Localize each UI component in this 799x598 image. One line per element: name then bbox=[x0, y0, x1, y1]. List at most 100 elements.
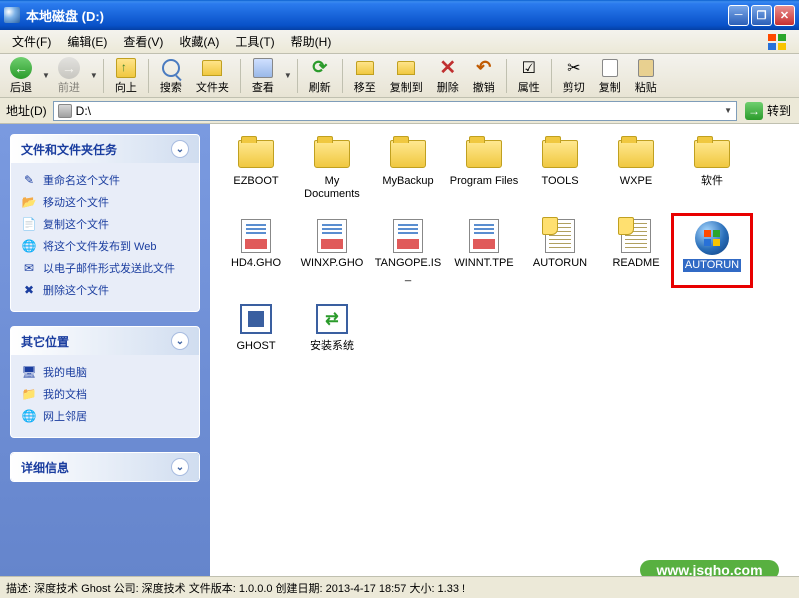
tasks-panel: 文件和文件夹任务 ⌄ ✎重命名这个文件 📂 移动这个文件 📄复制这个文件 🌐 将这个文件发… bbox=[10, 134, 200, 312]
back-button[interactable]: ←后退 bbox=[4, 55, 38, 97]
close-button[interactable]: ✕ bbox=[774, 5, 795, 26]
menu-file[interactable]: 文件(F) bbox=[4, 31, 59, 52]
file-item[interactable]: WXPE bbox=[600, 136, 672, 200]
places-header[interactable]: 其它位置 ⌄ bbox=[11, 327, 199, 355]
app-icon bbox=[240, 304, 272, 334]
moveto-button[interactable]: 移至 bbox=[348, 55, 382, 97]
views-button[interactable]: 查看 bbox=[246, 55, 280, 97]
file-icon bbox=[241, 219, 271, 253]
file-name: EZBOOT bbox=[233, 175, 278, 188]
file-name: WINXP.GHO bbox=[301, 257, 364, 270]
go-button[interactable]: → 转到 bbox=[741, 102, 795, 120]
task-move[interactable]: 📂 移动这个文件 bbox=[21, 191, 189, 213]
up-button[interactable]: 向上 bbox=[109, 55, 143, 97]
back-dropdown-icon[interactable]: ▼ bbox=[42, 71, 50, 80]
menu-view[interactable]: 查看(V) bbox=[115, 31, 171, 52]
text-file-icon bbox=[545, 219, 575, 253]
file-item[interactable]: AUTORUN bbox=[676, 218, 748, 282]
network-icon: 🌐 bbox=[21, 408, 37, 424]
file-item[interactable]: My Documents bbox=[296, 136, 368, 200]
places-panel: 其它位置 ⌄ 🖥我的电脑📁我的文档🌐网上邻居 bbox=[10, 326, 200, 438]
move-icon: 📂 bbox=[21, 194, 37, 210]
file-name: 安装系统 bbox=[310, 340, 354, 353]
file-item[interactable]: WINXP.GHO bbox=[296, 218, 368, 282]
file-icon bbox=[469, 219, 499, 253]
place-label: 我的文档 bbox=[43, 386, 87, 402]
file-pane[interactable]: EZBOOT My DocumentsMyBackupProgram FilesT… bbox=[210, 124, 799, 576]
collapse-icon[interactable]: ⌄ bbox=[171, 332, 189, 350]
folder-icon bbox=[542, 140, 578, 168]
details-header[interactable]: 详细信息 ⌄ bbox=[11, 453, 199, 481]
publish-icon: 🌐 bbox=[21, 238, 37, 254]
file-name: WXPE bbox=[620, 175, 652, 188]
tasks-header[interactable]: 文件和文件夹任务 ⌄ bbox=[11, 135, 199, 163]
text-file-icon bbox=[621, 219, 651, 253]
file-item[interactable]: AUTORUN bbox=[524, 218, 596, 282]
toolbar: ←后退 ▼ →前进 ▼ 向上 搜索 文件夹 查看 ▼ ⟳刷新 移至 复制到 ✕删… bbox=[0, 54, 799, 98]
task-label: 重命名这个文件 bbox=[43, 172, 120, 188]
minimize-button[interactable]: ─ bbox=[728, 5, 749, 26]
delete-button[interactable]: ✕删除 bbox=[431, 55, 465, 97]
file-item[interactable]: README bbox=[600, 218, 672, 282]
address-dropdown-icon[interactable]: ▼ bbox=[724, 106, 732, 115]
file-icon bbox=[317, 219, 347, 253]
menubar: 文件(F) 编辑(E) 查看(V) 收藏(A) 工具(T) 帮助(H) bbox=[0, 30, 799, 54]
views-dropdown-icon[interactable]: ▼ bbox=[284, 71, 292, 80]
windows-orb-icon bbox=[695, 221, 729, 255]
file-name: README bbox=[612, 257, 659, 270]
task-label: 移动这个文件 bbox=[43, 194, 109, 210]
forward-button: →前进 bbox=[52, 55, 86, 97]
task-label: 以电子邮件形式发送此文件 bbox=[43, 260, 175, 276]
file-name: AUTORUN bbox=[533, 257, 587, 270]
properties-button[interactable]: ☑属性 bbox=[512, 55, 546, 97]
address-field[interactable]: D:\ ▼ bbox=[53, 101, 737, 121]
windows-logo-icon bbox=[759, 31, 795, 53]
maximize-button[interactable]: ❐ bbox=[751, 5, 772, 26]
file-item[interactable]: WINNT.TPE bbox=[448, 218, 520, 282]
file-item[interactable]: 软件 bbox=[676, 136, 748, 200]
task-label: 删除这个文件 bbox=[43, 282, 109, 298]
file-icon bbox=[393, 219, 423, 253]
status-bar: 描述: 深度技术 Ghost 公司: 深度技术 文件版本: 1.0.0.0 创建… bbox=[0, 576, 799, 598]
file-item[interactable]: TANGOPE.IS_ bbox=[372, 218, 444, 282]
copyto-button[interactable]: 复制到 bbox=[384, 55, 429, 97]
paste-button[interactable]: 粘贴 bbox=[629, 55, 663, 97]
file-item[interactable]: TOOLS bbox=[524, 136, 596, 200]
task-rename[interactable]: ✎重命名这个文件 bbox=[21, 169, 189, 191]
cut-button[interactable]: ✂剪切 bbox=[557, 55, 591, 97]
file-item[interactable]: MyBackup bbox=[372, 136, 444, 200]
window-controls: ─ ❐ ✕ bbox=[728, 5, 795, 26]
file-item[interactable]: EZBOOT bbox=[220, 136, 292, 200]
folders-button[interactable]: 文件夹 bbox=[190, 55, 235, 97]
copy-button[interactable]: 复制 bbox=[593, 55, 627, 97]
undo-button[interactable]: ↶撤销 bbox=[467, 55, 501, 97]
watermark: 技术员联盟 www.jsgho.com bbox=[632, 518, 787, 576]
drive-icon bbox=[58, 104, 72, 118]
collapse-icon[interactable]: ⌄ bbox=[171, 140, 189, 158]
task-publish[interactable]: 🌐 将这个文件发布到 Web bbox=[21, 235, 189, 257]
refresh-button[interactable]: ⟳刷新 bbox=[303, 55, 337, 97]
forward-dropdown-icon[interactable]: ▼ bbox=[90, 71, 98, 80]
place-network[interactable]: 🌐网上邻居 bbox=[21, 405, 189, 427]
file-item[interactable]: 安装系统 bbox=[296, 301, 368, 353]
sidebar: 文件和文件夹任务 ⌄ ✎重命名这个文件 📂 移动这个文件 📄复制这个文件 🌐 将这个文件发… bbox=[0, 124, 210, 576]
file-item[interactable]: HD4.GHO bbox=[220, 218, 292, 282]
search-button[interactable]: 搜索 bbox=[154, 55, 188, 97]
task-delete[interactable]: ✖删除这个文件 bbox=[21, 279, 189, 301]
menu-tools[interactable]: 工具(T) bbox=[227, 31, 282, 52]
file-item[interactable]: GHOST bbox=[220, 301, 292, 353]
file-name: GHOST bbox=[236, 340, 275, 353]
place-mydocs[interactable]: 📁我的文档 bbox=[21, 383, 189, 405]
menu-edit[interactable]: 编辑(E) bbox=[59, 31, 115, 52]
menu-help[interactable]: 帮助(H) bbox=[283, 31, 340, 52]
place-mycomputer[interactable]: 🖥我的电脑 bbox=[21, 361, 189, 383]
task-label: 将这个文件发布到 Web bbox=[43, 238, 156, 254]
task-copy[interactable]: 📄复制这个文件 bbox=[21, 213, 189, 235]
task-email[interactable]: ✉以电子邮件形式发送此文件 bbox=[21, 257, 189, 279]
folder-icon bbox=[694, 140, 730, 168]
expand-icon[interactable]: ⌄ bbox=[171, 458, 189, 476]
file-name: WINNT.TPE bbox=[454, 257, 513, 270]
file-item[interactable]: Program Files bbox=[448, 136, 520, 200]
menu-favorites[interactable]: 收藏(A) bbox=[171, 31, 227, 52]
go-arrow-icon: → bbox=[745, 102, 763, 120]
